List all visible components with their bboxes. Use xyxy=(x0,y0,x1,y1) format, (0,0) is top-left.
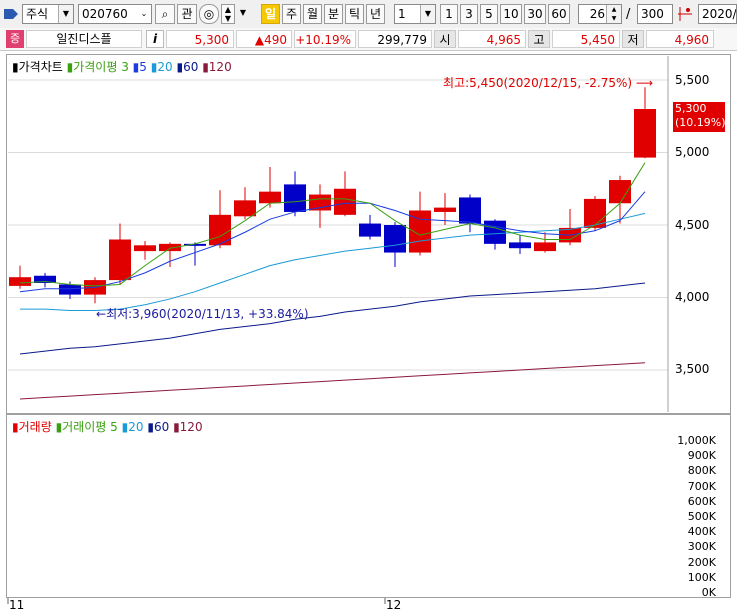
candle-body xyxy=(259,191,281,204)
candle-body xyxy=(509,242,531,249)
candle-body xyxy=(9,277,31,286)
high-annotation-text: 최고:5,450(2020/12/15, -2.75%) xyxy=(443,76,633,90)
candle-body xyxy=(484,220,506,244)
price-y-tick: 4,500 xyxy=(675,218,710,232)
last-pct-value: (10.19%) xyxy=(675,116,726,129)
volume-chart-panel[interactable] xyxy=(6,414,731,598)
x-axis-label: 11 xyxy=(9,598,25,612)
candle-body xyxy=(109,239,131,281)
volume-y-tick: 100K xyxy=(687,570,716,584)
volume-y-tick: 700K xyxy=(687,479,716,493)
last-price-box: 5,300 (10.19%) xyxy=(673,102,726,132)
low-annotation: ←최저:3,960(2020/11/13, +33.84%) xyxy=(96,305,309,322)
price-y-tick: 5,000 xyxy=(675,145,710,159)
price-y-tick: 3,500 xyxy=(675,362,710,376)
legend-item-vma120[interactable]: ▮120 xyxy=(173,420,203,434)
arrow-left-icon: ← xyxy=(96,307,107,321)
high-annotation: 최고:5,450(2020/12/15, -2.75%) ⟶ xyxy=(443,74,653,91)
candle-body xyxy=(334,188,356,215)
candle-body xyxy=(284,184,306,212)
candle-body xyxy=(159,243,181,252)
legend-item-vma60[interactable]: ▮60 xyxy=(147,420,169,434)
volume-legend: ▮거래량 ▮거래이평 5 ▮20 ▮60 ▮120 xyxy=(12,418,203,435)
candle-body xyxy=(634,109,656,158)
legend-item-vma5[interactable]: ▮거래이평 5 xyxy=(56,420,118,434)
ma120-line xyxy=(19,362,646,400)
volume-y-tick: 600K xyxy=(687,494,716,508)
arrow-right-icon: ⟶ xyxy=(632,76,654,90)
volume-y-tick: 800K xyxy=(687,464,716,478)
candle-body xyxy=(234,200,256,217)
volume-y-tick: 400K xyxy=(687,525,716,539)
candle-body xyxy=(534,242,556,252)
legend-item-volume[interactable]: ▮거래량 xyxy=(12,420,52,434)
legend-item-vma20[interactable]: ▮20 xyxy=(122,420,144,434)
volume-y-tick: 500K xyxy=(687,510,716,523)
candle-body xyxy=(384,225,406,253)
candle-body xyxy=(59,284,81,295)
volume-y-tick: 900K xyxy=(687,449,716,463)
last-price-value: 5,300 xyxy=(675,102,707,115)
price-y-tick: 5,500 xyxy=(675,73,710,87)
volume-y-tick: 1,000K xyxy=(677,434,716,447)
candle-body xyxy=(459,197,481,224)
price-y-tick: 4,000 xyxy=(675,290,710,304)
candle-body xyxy=(359,223,381,237)
volume-y-tick: 200K xyxy=(687,555,716,569)
candle-body xyxy=(134,245,156,252)
candle-body xyxy=(434,207,456,212)
x-axis-label: 12 xyxy=(386,598,402,612)
volume-y-tick: 300K xyxy=(687,540,716,554)
volume-y-tick: 0K xyxy=(701,586,716,599)
low-annotation-text: 최저:3,960(2020/11/13, +33.84%) xyxy=(106,307,309,321)
